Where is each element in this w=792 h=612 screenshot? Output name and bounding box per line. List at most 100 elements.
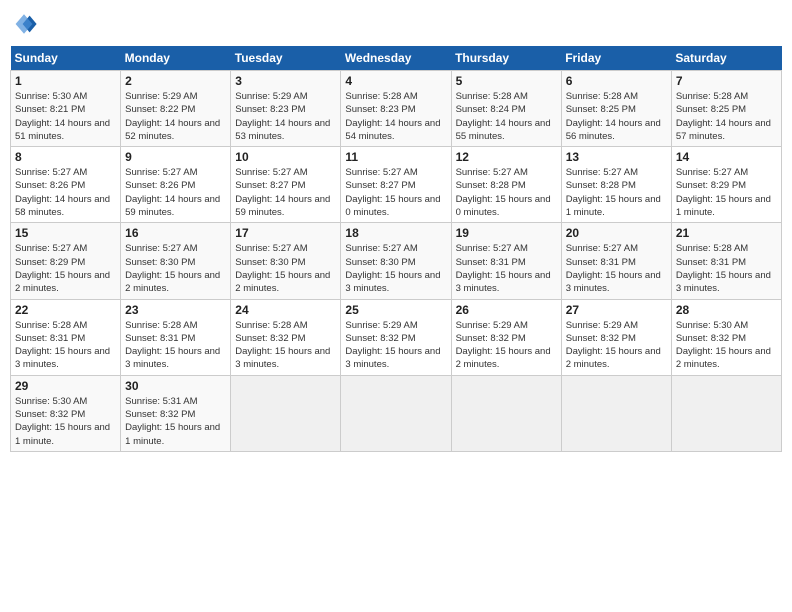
day-info: Sunrise: 5:27 AMSunset: 8:31 PMDaylight:… xyxy=(456,242,557,295)
day-number: 3 xyxy=(235,74,336,88)
day-cell: 13 Sunrise: 5:27 AMSunset: 8:28 PMDayligh… xyxy=(561,147,671,223)
day-number: 13 xyxy=(566,150,667,164)
day-info: Sunrise: 5:27 AMSunset: 8:29 PMDaylight:… xyxy=(15,242,116,295)
day-cell: 18Sunrise: 5:27 AMSunset: 8:30 PMDayligh… xyxy=(341,223,451,299)
page-header xyxy=(10,10,782,38)
day-info: Sunrise: 5:29 AMSunset: 8:32 PMDaylight:… xyxy=(566,319,667,372)
day-cell xyxy=(671,375,781,451)
day-info: Sunrise: 5:29 AMSunset: 8:32 PMDaylight:… xyxy=(345,319,446,372)
day-number: 1 xyxy=(15,74,116,88)
logo-icon xyxy=(10,10,38,38)
day-info: Sunrise: 5:28 AMSunset: 8:25 PMDaylight:… xyxy=(676,90,777,143)
header-day-monday: Monday xyxy=(121,46,231,71)
day-number: 19 xyxy=(456,226,557,240)
day-info: Sunrise: 5:28 AMSunset: 8:31 PMDaylight:… xyxy=(676,242,777,295)
week-row-5: 29 Sunrise: 5:30 AMSunset: 8:32 PMDayligh… xyxy=(11,375,782,451)
header-day-sunday: Sunday xyxy=(11,46,121,71)
header-day-wednesday: Wednesday xyxy=(341,46,451,71)
day-cell: 2 Sunrise: 5:29 AMSunset: 8:22 PMDaylight… xyxy=(121,71,231,147)
day-info: Sunrise: 5:29 AMSunset: 8:32 PMDaylight:… xyxy=(456,319,557,372)
day-number: 5 xyxy=(456,74,557,88)
day-cell: 26 Sunrise: 5:29 AMSunset: 8:32 PMDayligh… xyxy=(451,299,561,375)
day-cell: 15 Sunrise: 5:27 AMSunset: 8:29 PMDayligh… xyxy=(11,223,121,299)
day-number: 20 xyxy=(566,226,667,240)
day-cell: 17 Sunrise: 5:27 AMSunset: 8:30 PMDayligh… xyxy=(231,223,341,299)
logo xyxy=(10,10,42,38)
day-info: Sunrise: 5:30 AMSunset: 8:21 PMDaylight:… xyxy=(15,90,116,143)
day-cell: 6Sunrise: 5:28 AMSunset: 8:25 PMDaylight… xyxy=(561,71,671,147)
day-cell: 24 Sunrise: 5:28 AMSunset: 8:32 PMDayligh… xyxy=(231,299,341,375)
day-info: Sunrise: 5:28 AMSunset: 8:31 PMDaylight:… xyxy=(15,319,116,372)
day-number: 10 xyxy=(235,150,336,164)
day-cell: 27 Sunrise: 5:29 AMSunset: 8:32 PMDayligh… xyxy=(561,299,671,375)
week-row-2: 8 Sunrise: 5:27 AMSunset: 8:26 PMDaylight… xyxy=(11,147,782,223)
day-number: 2 xyxy=(125,74,226,88)
day-cell: 23 Sunrise: 5:28 AMSunset: 8:31 PMDayligh… xyxy=(121,299,231,375)
day-info: Sunrise: 5:28 AMSunset: 8:31 PMDaylight:… xyxy=(125,319,226,372)
day-cell: 28 Sunrise: 5:30 AMSunset: 8:32 PMDayligh… xyxy=(671,299,781,375)
day-info: Sunrise: 5:30 AMSunset: 8:32 PMDaylight:… xyxy=(15,395,116,448)
day-cell: 7 Sunrise: 5:28 AMSunset: 8:25 PMDaylight… xyxy=(671,71,781,147)
day-cell: 29 Sunrise: 5:30 AMSunset: 8:32 PMDayligh… xyxy=(11,375,121,451)
day-number: 29 xyxy=(15,379,116,393)
day-cell: 14Sunrise: 5:27 AMSunset: 8:29 PMDayligh… xyxy=(671,147,781,223)
week-row-1: 1 Sunrise: 5:30 AMSunset: 8:21 PMDaylight… xyxy=(11,71,782,147)
day-cell: 16 Sunrise: 5:27 AMSunset: 8:30 PMDayligh… xyxy=(121,223,231,299)
calendar-table: SundayMondayTuesdayWednesdayThursdayFrid… xyxy=(10,46,782,452)
day-info: Sunrise: 5:28 AMSunset: 8:24 PMDaylight:… xyxy=(456,90,557,143)
day-info: Sunrise: 5:28 AMSunset: 8:23 PMDaylight:… xyxy=(345,90,446,143)
day-info: Sunrise: 5:27 AMSunset: 8:31 PMDaylight:… xyxy=(566,242,667,295)
day-cell: 4 Sunrise: 5:28 AMSunset: 8:23 PMDaylight… xyxy=(341,71,451,147)
day-number: 17 xyxy=(235,226,336,240)
day-cell xyxy=(341,375,451,451)
day-number: 16 xyxy=(125,226,226,240)
day-info: Sunrise: 5:27 AMSunset: 8:28 PMDaylight:… xyxy=(456,166,557,219)
day-number: 26 xyxy=(456,303,557,317)
day-cell: 25 Sunrise: 5:29 AMSunset: 8:32 PMDayligh… xyxy=(341,299,451,375)
header-day-thursday: Thursday xyxy=(451,46,561,71)
day-cell xyxy=(231,375,341,451)
day-cell: 22 Sunrise: 5:28 AMSunset: 8:31 PMDayligh… xyxy=(11,299,121,375)
day-info: Sunrise: 5:27 AMSunset: 8:30 PMDaylight:… xyxy=(125,242,226,295)
day-info: Sunrise: 5:27 AMSunset: 8:29 PMDaylight:… xyxy=(676,166,777,219)
header-day-tuesday: Tuesday xyxy=(231,46,341,71)
day-number: 25 xyxy=(345,303,446,317)
day-number: 18 xyxy=(345,226,446,240)
day-cell: 19 Sunrise: 5:27 AMSunset: 8:31 PMDayligh… xyxy=(451,223,561,299)
day-info: Sunrise: 5:27 AMSunset: 8:26 PMDaylight:… xyxy=(15,166,116,219)
day-number: 12 xyxy=(456,150,557,164)
day-number: 4 xyxy=(345,74,446,88)
day-info: Sunrise: 5:29 AMSunset: 8:22 PMDaylight:… xyxy=(125,90,226,143)
day-cell: 8 Sunrise: 5:27 AMSunset: 8:26 PMDaylight… xyxy=(11,147,121,223)
day-info: Sunrise: 5:30 AMSunset: 8:32 PMDaylight:… xyxy=(676,319,777,372)
day-number: 22 xyxy=(15,303,116,317)
day-cell: 10 Sunrise: 5:27 AMSunset: 8:27 PMDayligh… xyxy=(231,147,341,223)
header-day-friday: Friday xyxy=(561,46,671,71)
day-number: 7 xyxy=(676,74,777,88)
day-info: Sunrise: 5:27 AMSunset: 8:30 PMDaylight:… xyxy=(235,242,336,295)
day-info: Sunrise: 5:27 AMSunset: 8:28 PMDaylight:… xyxy=(566,166,667,219)
day-cell: 11Sunrise: 5:27 AMSunset: 8:27 PMDayligh… xyxy=(341,147,451,223)
day-cell: 3 Sunrise: 5:29 AMSunset: 8:23 PMDaylight… xyxy=(231,71,341,147)
day-cell: 1 Sunrise: 5:30 AMSunset: 8:21 PMDaylight… xyxy=(11,71,121,147)
day-number: 23 xyxy=(125,303,226,317)
day-number: 24 xyxy=(235,303,336,317)
day-cell xyxy=(561,375,671,451)
day-cell: 21 Sunrise: 5:28 AMSunset: 8:31 PMDayligh… xyxy=(671,223,781,299)
day-number: 15 xyxy=(15,226,116,240)
header-row: SundayMondayTuesdayWednesdayThursdayFrid… xyxy=(11,46,782,71)
day-number: 8 xyxy=(15,150,116,164)
day-number: 28 xyxy=(676,303,777,317)
week-row-3: 15 Sunrise: 5:27 AMSunset: 8:29 PMDayligh… xyxy=(11,223,782,299)
day-info: Sunrise: 5:28 AMSunset: 8:32 PMDaylight:… xyxy=(235,319,336,372)
day-number: 27 xyxy=(566,303,667,317)
day-info: Sunrise: 5:31 AMSunset: 8:32 PMDaylight:… xyxy=(125,395,226,448)
day-info: Sunrise: 5:27 AMSunset: 8:26 PMDaylight:… xyxy=(125,166,226,219)
day-number: 9 xyxy=(125,150,226,164)
day-info: Sunrise: 5:29 AMSunset: 8:23 PMDaylight:… xyxy=(235,90,336,143)
day-info: Sunrise: 5:27 AMSunset: 8:27 PMDaylight:… xyxy=(235,166,336,219)
day-number: 21 xyxy=(676,226,777,240)
day-cell: 20 Sunrise: 5:27 AMSunset: 8:31 PMDayligh… xyxy=(561,223,671,299)
day-number: 6 xyxy=(566,74,667,88)
calendar-body: 1 Sunrise: 5:30 AMSunset: 8:21 PMDaylight… xyxy=(11,71,782,452)
